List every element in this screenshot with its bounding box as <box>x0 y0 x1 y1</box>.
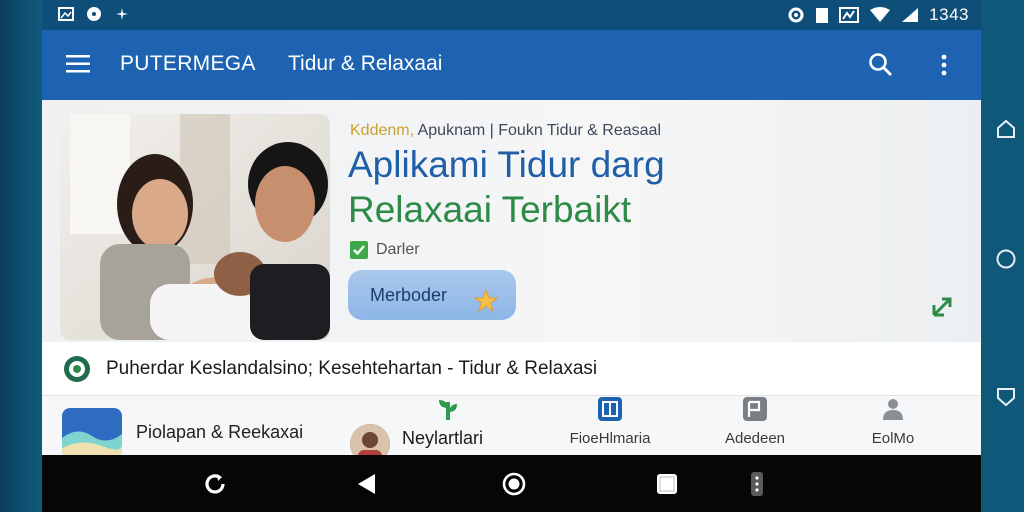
search-icon[interactable] <box>868 52 894 78</box>
fan-icon <box>116 8 128 20</box>
check-label: Darler <box>376 241 420 258</box>
overflow-icon[interactable] <box>745 472 769 496</box>
status-bar: 1343 <box>42 0 981 30</box>
list-item-label[interactable]: Piolapan & Reekaxai <box>136 422 303 443</box>
app-thumbnail[interactable] <box>62 408 122 455</box>
system-navigation-bar <box>42 455 981 512</box>
hero-kicker-prefix: Kddenm, <box>350 122 418 139</box>
nav-item-documents[interactable]: Adedeen <box>695 396 815 455</box>
sprout-icon <box>435 396 461 422</box>
clipboard-icon <box>816 8 829 23</box>
person-icon <box>880 396 906 422</box>
back-icon[interactable] <box>355 472 379 496</box>
circle-icon[interactable] <box>995 248 1017 270</box>
check-row: Darler <box>350 241 420 259</box>
main-content: Kddenm, Apuknam | Foukn Tidur & Reasaal … <box>42 100 981 455</box>
wifi-icon <box>870 7 891 22</box>
open-in-new-icon[interactable] <box>930 295 954 319</box>
page-title: Tidur & Relaxaai <box>288 52 443 75</box>
image-icon <box>839 7 860 23</box>
settings-icon <box>788 7 804 23</box>
hero-title-line2: Relaxaai Terbaikt <box>348 189 632 230</box>
home-icon[interactable] <box>502 472 526 496</box>
app-name: PUTERMEGA <box>120 52 256 75</box>
hero-title-line1: Aplikami Tidur darg <box>348 144 665 185</box>
nav-item-garden[interactable] <box>388 396 508 455</box>
photo-icon <box>58 7 74 21</box>
list-area: Piolapan & Reekaxai Neylartlari FioeHlma… <box>42 396 981 455</box>
rotate-icon[interactable] <box>203 472 227 496</box>
avatar[interactable] <box>350 424 390 455</box>
hero-kicker-text: Apuknam | Foukn Tidur & Reasaal <box>417 122 661 139</box>
hero-image <box>60 114 330 340</box>
signal-icon <box>902 8 919 22</box>
cta-label: Merboder <box>370 285 448 305</box>
shield-outline-icon[interactable] <box>995 386 1017 408</box>
checkmark-icon[interactable] <box>350 241 368 259</box>
cta-button[interactable]: Merboder <box>348 270 516 320</box>
recents-icon[interactable] <box>655 472 679 496</box>
nav-label-documents: Adedeen <box>724 430 786 447</box>
star-icon <box>473 282 499 313</box>
book-icon <box>597 396 623 422</box>
info-text: Puherdar Keslandalsino; Kesehtehartan - … <box>106 358 598 379</box>
hero-banner: Kddenm, Apuknam | Foukn Tidur & Reasaal … <box>42 100 981 342</box>
menu-icon[interactable] <box>66 54 90 74</box>
app-bar: PUTERMEGA Tidur & Relaxaai <box>42 30 981 100</box>
record-icon <box>87 7 101 21</box>
nav-item-library[interactable]: FioeHlmaria <box>550 396 670 455</box>
home-outline-icon[interactable] <box>995 118 1017 140</box>
status-time: 1343 <box>929 5 969 24</box>
document-icon <box>742 396 768 422</box>
nav-label-library: FioeHlmaria <box>569 430 651 447</box>
more-vert-icon[interactable] <box>937 52 951 78</box>
info-row[interactable]: Puherdar Keslandalsino; Kesehtehartan - … <box>42 342 981 396</box>
nav-label-profile: EolMo <box>871 430 915 447</box>
leaf-badge-icon <box>64 356 90 382</box>
hero-kicker: Kddenm, Apuknam | Foukn Tidur & Reasaal <box>350 122 661 140</box>
nav-item-profile[interactable]: EolMo <box>833 396 953 455</box>
